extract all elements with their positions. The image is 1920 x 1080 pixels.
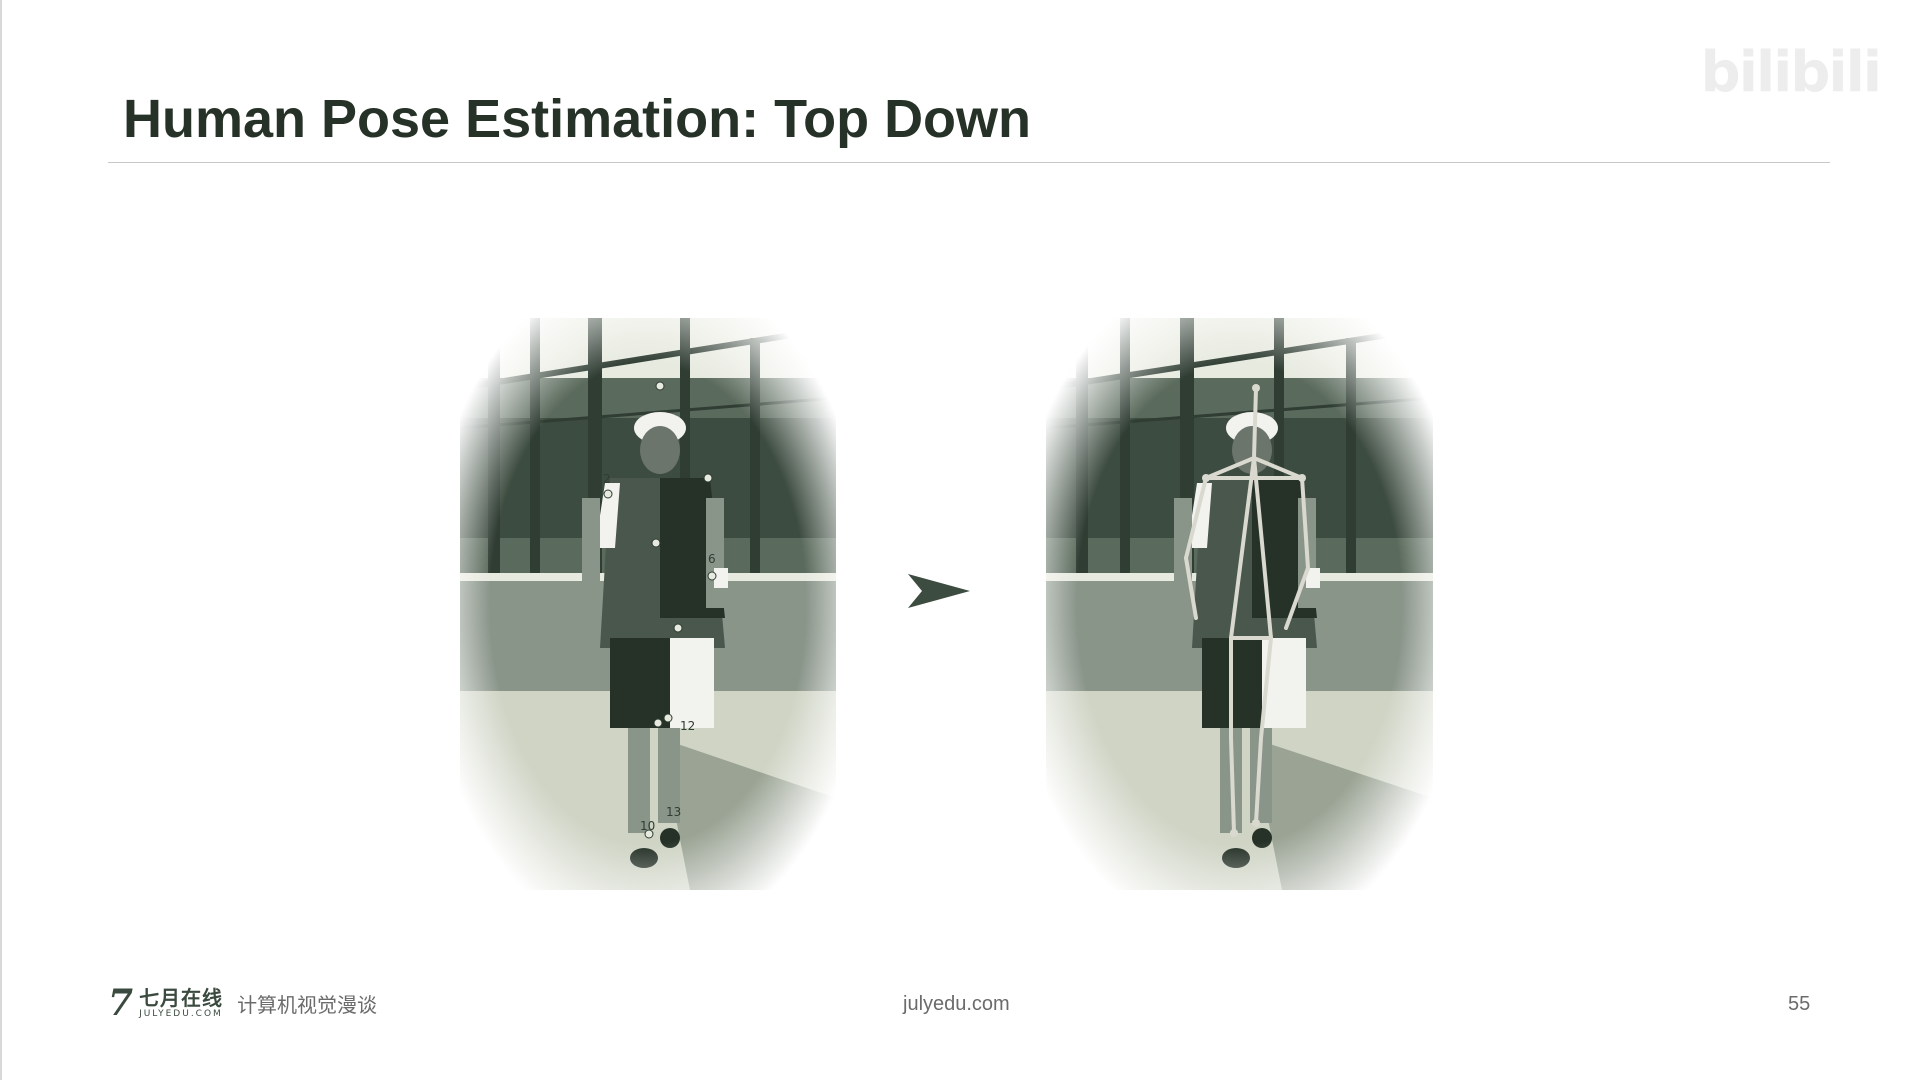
- pose-output-image: [1046, 318, 1433, 890]
- footer-url: julyedu.com: [903, 993, 1010, 1015]
- title-divider: [108, 162, 1830, 163]
- pose-input-image: 2 6 12 13 10: [460, 318, 836, 890]
- slide-left-edge: [0, 0, 2, 1080]
- chevron-right-icon: [908, 574, 970, 608]
- logo-mark: 7: [108, 982, 134, 1024]
- slide: bilibili Human Pose Estimation: Top Down: [0, 0, 1920, 1080]
- logo-english-name: JULYEDU.COM: [139, 1008, 223, 1019]
- bilibili-watermark: bilibili: [1700, 40, 1882, 105]
- course-subtitle: 计算机视觉漫谈: [237, 992, 378, 1017]
- tennis-player-skeleton-figure: [1046, 318, 1433, 890]
- page-number: 55: [1788, 993, 1811, 1015]
- julyedu-logo: 7 七月在线 JULYEDU.COM 计算机视觉漫谈: [108, 983, 377, 1023]
- logo-chinese-name: 七月在线: [139, 985, 224, 1010]
- tennis-player-keypoints-figure: 2 6 12 13 10: [460, 318, 836, 890]
- slide-title: Human Pose Estimation: Top Down: [123, 89, 1032, 149]
- logo-text: 七月在线 JULYEDU.COM: [139, 988, 223, 1019]
